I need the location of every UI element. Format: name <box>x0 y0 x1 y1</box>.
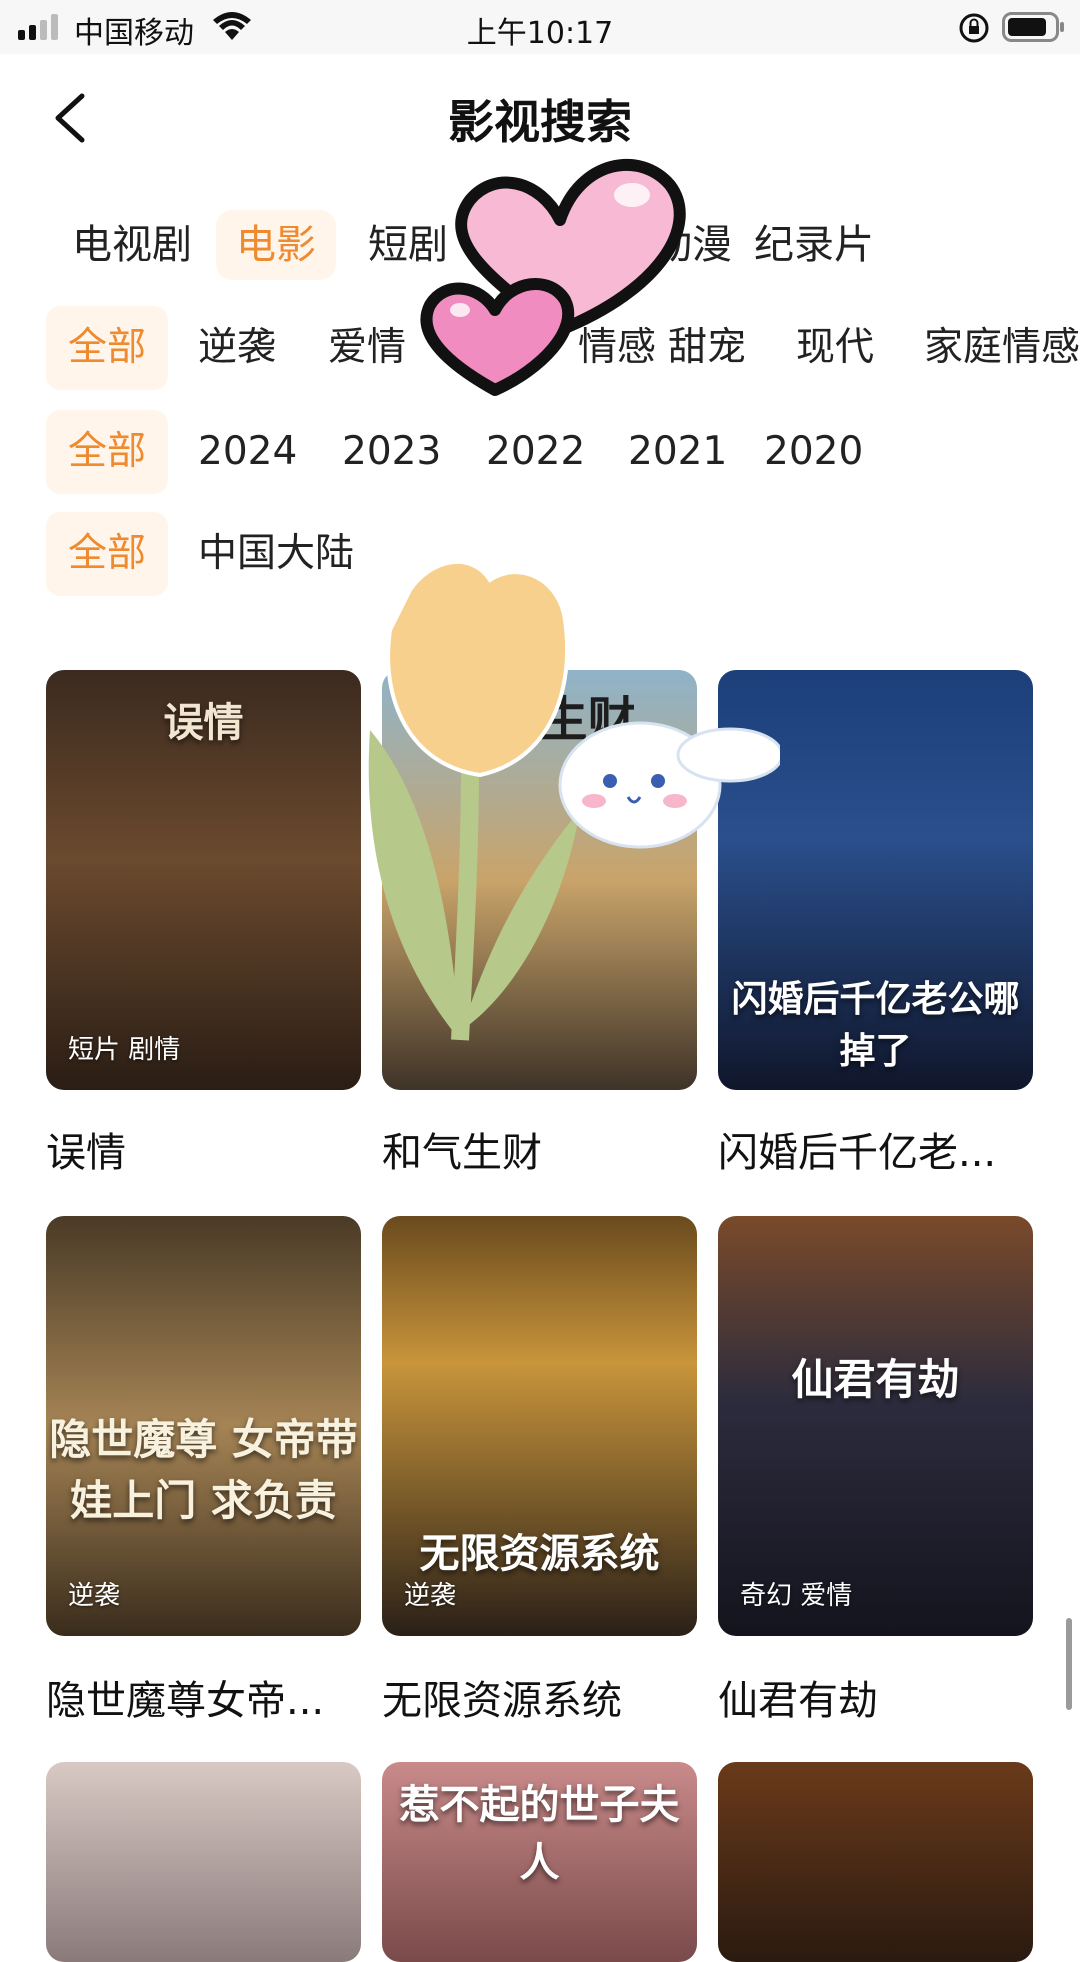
movie-title[interactable]: 无限资源系统 <box>382 1668 702 1726</box>
poster-title: 仙君有劫 <box>791 1355 960 1404</box>
genre-chip[interactable]: 现代 <box>796 306 874 390</box>
year-chip[interactable]: 2021 <box>628 410 727 494</box>
movie-title[interactable]: 误情 <box>46 1120 366 1178</box>
movie-title[interactable]: 和气生财 <box>382 1120 702 1178</box>
battery-icon <box>1002 12 1064 42</box>
genre-tag: 逆袭 <box>68 1581 121 1611</box>
movie-card[interactable]: 闪婚后千亿老公哪掉了 <box>718 670 1033 1090</box>
region-filter-row: 全部 中国大陆 <box>46 512 646 596</box>
year-chip-all[interactable]: 全部 <box>46 410 169 494</box>
movie-card[interactable] <box>46 1762 361 1962</box>
movie-card[interactable]: 隐世魔尊 女帝带娃上门 求负责 逆袭 <box>46 1216 361 1636</box>
genre-chip-all[interactable]: 全部 <box>46 306 169 390</box>
tab-variety[interactable]: 综艺 <box>490 210 610 280</box>
movie-card[interactable]: 误情 短片 剧情 <box>46 670 361 1090</box>
poster-title: 和气生财 <box>443 692 636 748</box>
year-chip[interactable]: 2024 <box>198 410 297 494</box>
year-chip[interactable]: 2020 <box>764 410 863 494</box>
year-chip[interactable]: 2022 <box>486 410 585 494</box>
movie-title[interactable]: 隐世魔尊女帝... <box>46 1668 366 1726</box>
movie-title[interactable]: 闪婚后千亿老... <box>718 1120 1038 1178</box>
movie-title[interactable]: 仙君有劫 <box>718 1668 1038 1726</box>
year-chip[interactable]: 2023 <box>342 410 441 494</box>
status-time: 上午10:17 <box>466 16 614 51</box>
movie-card[interactable]: 无限资源系统 逆袭 <box>382 1216 697 1636</box>
genre-chip[interactable]: 逆袭 <box>198 306 276 390</box>
rotation-lock-icon <box>959 13 989 43</box>
movie-card[interactable]: 和气生财 <box>382 670 697 1090</box>
tab-short-drama[interactable]: 短剧 <box>348 210 468 280</box>
status-bar: 中国移动 上午10:17 <box>0 0 1080 54</box>
movie-card[interactable]: 仙君有劫 奇幻 爱情 <box>718 1216 1033 1636</box>
region-chip-all[interactable]: 全部 <box>46 512 169 596</box>
tab-movie[interactable]: 电影 <box>216 210 336 280</box>
movie-card[interactable] <box>718 1762 1033 1962</box>
poster-title: 误情 <box>163 699 244 746</box>
genre-chip[interactable]: 爱情 <box>328 306 406 390</box>
genre-chip[interactable]: 甜宠 <box>668 306 746 390</box>
page-title: 影视搜索 <box>448 95 632 149</box>
genre-chip[interactable]: 古装 <box>458 306 536 390</box>
region-chip[interactable]: 中国大陆 <box>198 512 354 596</box>
scrollbar[interactable] <box>1066 1618 1072 1710</box>
tab-tv-series[interactable]: 电视剧 <box>52 210 212 280</box>
year-filter-row: 全部 2024 2023 2022 2021 2020 <box>46 410 1046 494</box>
poster-title: 无限资源系统 <box>419 1530 660 1577</box>
poster-title: 惹不起的世子夫人 <box>399 1781 680 1886</box>
genre-chip[interactable]: 情感 <box>578 306 656 390</box>
poster-title: 隐世魔尊 女帝带娃上门 求负责 <box>49 1415 358 1525</box>
genre-chip[interactable]: 家庭情感 <box>924 306 1080 390</box>
genre-filter-row: 全部 逆袭 爱情 古装 情感 甜宠 现代 家庭情感 <box>46 306 1080 390</box>
genre-tag: 奇幻 爱情 <box>740 1581 853 1611</box>
movie-card[interactable]: 惹不起的世子夫人 <box>382 1762 697 1962</box>
tab-documentary[interactable]: 纪录片 <box>734 210 894 280</box>
genre-tag: 逆袭 <box>404 1581 457 1611</box>
genre-tag: 短片 剧情 <box>68 1035 181 1065</box>
poster-title: 闪婚后千亿老公哪掉了 <box>731 978 1020 1072</box>
